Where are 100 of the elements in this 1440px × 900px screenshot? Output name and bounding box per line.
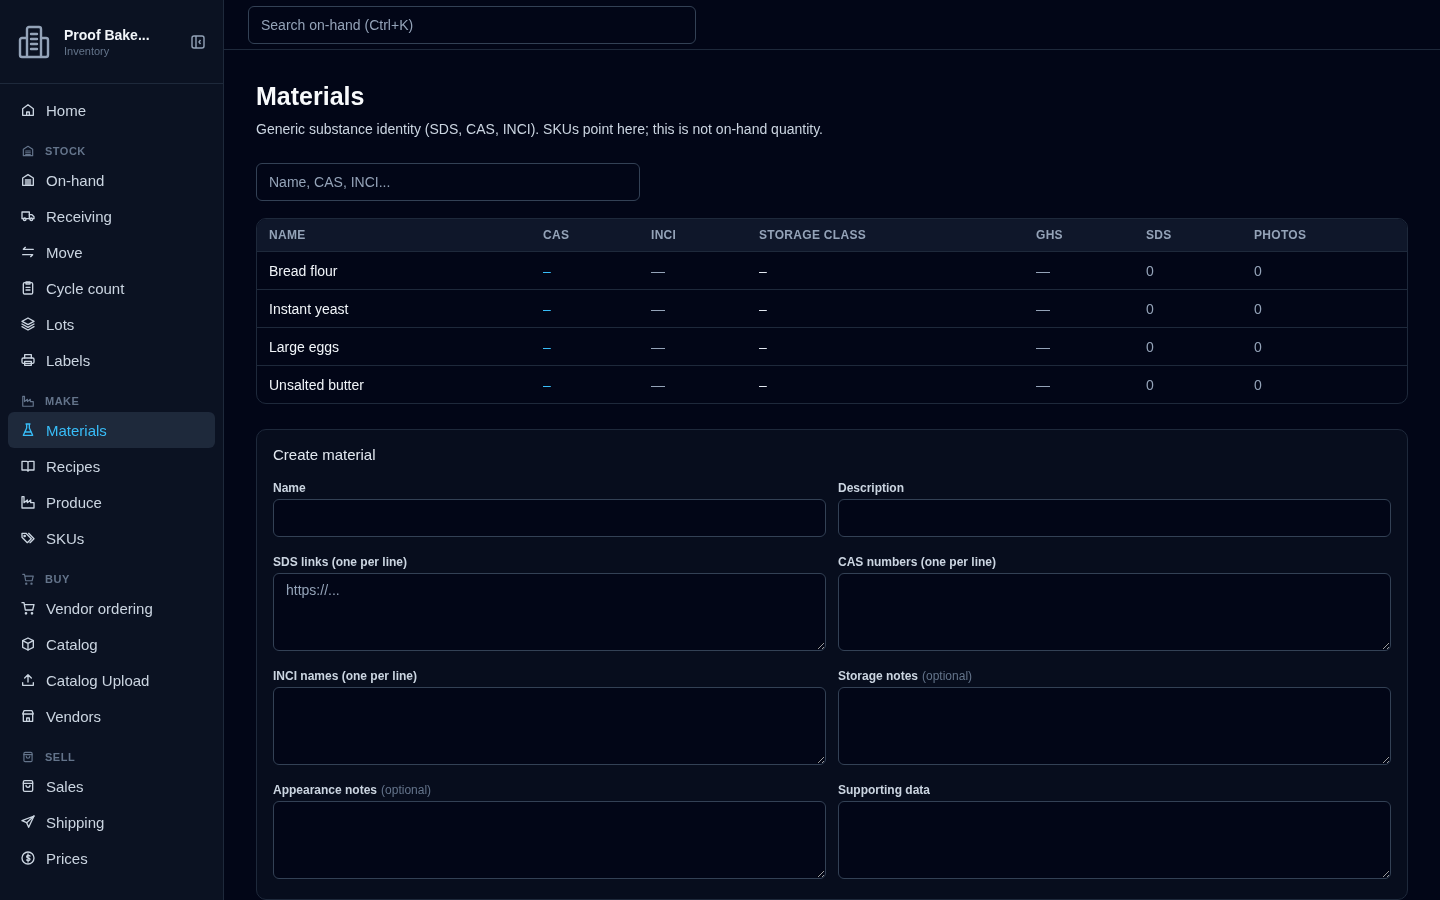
flask-icon <box>20 422 36 438</box>
table-cell-text: 0 <box>1146 262 1155 279</box>
table-cell-text: – <box>759 376 768 393</box>
nav-item[interactable]: Catalog Upload <box>8 662 215 698</box>
table-cell-text: 0 <box>1146 300 1155 317</box>
field-label: SDS links (one per line) <box>273 555 409 569</box>
column-header: INCI <box>651 228 678 242</box>
table-cell-text: – <box>543 262 552 279</box>
table-cell-text: 0 <box>1254 300 1263 317</box>
text-area[interactable]: https://... <box>273 573 826 651</box>
nav-item[interactable]: Recipes <box>8 448 215 484</box>
column-header: STORAGE CLASS <box>759 228 868 242</box>
filter-field[interactable]: Name, CAS, INCI... <box>256 163 640 201</box>
building-icon <box>16 23 52 60</box>
nav-item[interactable]: Prices <box>8 840 215 876</box>
column-header: SDS <box>1146 228 1173 242</box>
warehouse-icon <box>20 172 36 188</box>
section-heading: BUY <box>45 573 70 585</box>
printer-icon <box>20 352 36 368</box>
field-label: Supporting data <box>838 783 931 797</box>
table-cell-text: Large eggs <box>269 338 341 355</box>
table-cell-text: — <box>651 376 666 393</box>
table-cell-text: – <box>543 300 552 317</box>
table-cell-text: Bread flour <box>269 262 339 279</box>
store-icon <box>20 708 36 724</box>
home-icon <box>20 102 36 118</box>
table-cell-text: — <box>1036 262 1051 279</box>
cart-icon <box>21 572 35 586</box>
field-label: Appearance notes (optional) <box>273 783 433 797</box>
column-header: PHOTOS <box>1254 228 1308 242</box>
table-cell-text: 0 <box>1254 338 1263 355</box>
table-cell-text: 0 <box>1254 376 1263 393</box>
nav-item[interactable]: Sales <box>8 768 215 804</box>
nav-item[interactable]: Move <box>8 234 215 270</box>
upload-icon <box>20 672 36 688</box>
section-heading: MAKE <box>45 395 80 407</box>
nav-item[interactable]: Receiving <box>8 198 215 234</box>
table-cell-text: 0 <box>1146 376 1155 393</box>
table-cell-text: – <box>543 338 552 355</box>
brand-subtitle: Inventory <box>64 44 111 57</box>
nav-item[interactable]: SKUs <box>8 520 215 556</box>
truck-icon <box>20 208 36 224</box>
text-area[interactable] <box>838 687 1391 765</box>
column-header: GHS <box>1036 228 1064 242</box>
nav-item[interactable]: Materials <box>8 412 215 448</box>
nav-item[interactable]: Labels <box>8 342 215 378</box>
clipboard-icon <box>20 280 36 296</box>
column-header: CAS <box>543 228 571 242</box>
table-cell-text: — <box>651 262 666 279</box>
nav-item[interactable]: On-hand <box>8 162 215 198</box>
book-icon <box>20 458 36 474</box>
bag-icon <box>21 750 35 764</box>
nav-item[interactable]: Lots <box>8 306 215 342</box>
text-area[interactable] <box>273 687 826 765</box>
table-cell-text: – <box>759 338 768 355</box>
layers-icon <box>20 316 36 332</box>
nav-item[interactable]: Catalog <box>8 626 215 662</box>
field-label: CAS numbers (one per line) <box>838 555 998 569</box>
search-field[interactable]: Search on-hand (Ctrl+K) <box>248 5 696 44</box>
table-cell-text: – <box>759 262 768 279</box>
bag-icon <box>20 778 36 794</box>
table-cell-text: — <box>1036 376 1051 393</box>
factory-icon <box>20 494 36 510</box>
text-area[interactable] <box>838 801 1391 879</box>
tag-icon <box>20 530 36 546</box>
field-label: Name <box>273 481 307 495</box>
table-cell-text: Instant yeast <box>269 300 350 317</box>
cart-icon <box>20 600 36 616</box>
input-field[interactable] <box>273 499 826 537</box>
send-icon <box>20 814 36 830</box>
table-cell-text: – <box>759 300 768 317</box>
arrows-icon <box>20 244 36 260</box>
factory-icon <box>21 394 35 408</box>
table-cell-text: — <box>651 300 666 317</box>
section-heading: SELL <box>45 751 76 763</box>
brand-name: Proof Bake... <box>64 26 151 43</box>
field-label: Description <box>838 481 905 495</box>
nav-item[interactable]: Produce <box>8 484 215 520</box>
card-title: Create material <box>273 446 377 463</box>
text-area[interactable] <box>838 573 1391 651</box>
table-cell-text: 0 <box>1146 338 1155 355</box>
section-heading: STOCK <box>45 145 86 157</box>
table-cell-text: – <box>543 376 552 393</box>
page-description: Generic substance identity (SDS, CAS, INCI). SKUs point here; this is not on-hand quantity. <box>256 121 824 137</box>
nav-item[interactable]: Shipping <box>8 804 215 840</box>
dollar-icon <box>20 850 36 866</box>
nav-item[interactable]: Vendor ordering <box>8 590 215 626</box>
table-cell-text: 0 <box>1254 262 1263 279</box>
nav-item[interactable]: Vendors <box>8 698 215 734</box>
table-cell-text: — <box>1036 338 1051 355</box>
box-icon <box>20 636 36 652</box>
input-field[interactable] <box>838 499 1391 537</box>
table-cell-text: — <box>1036 300 1051 317</box>
nav-item[interactable]: Home <box>8 92 215 128</box>
page-title: Materials <box>256 82 366 111</box>
text-area[interactable] <box>273 801 826 879</box>
collapse-sidebar-button[interactable] <box>189 32 207 51</box>
table-cell-text: — <box>651 338 666 355</box>
nav-item[interactable]: Cycle count <box>8 270 215 306</box>
table-cell-text: Unsalted butter <box>269 376 365 393</box>
